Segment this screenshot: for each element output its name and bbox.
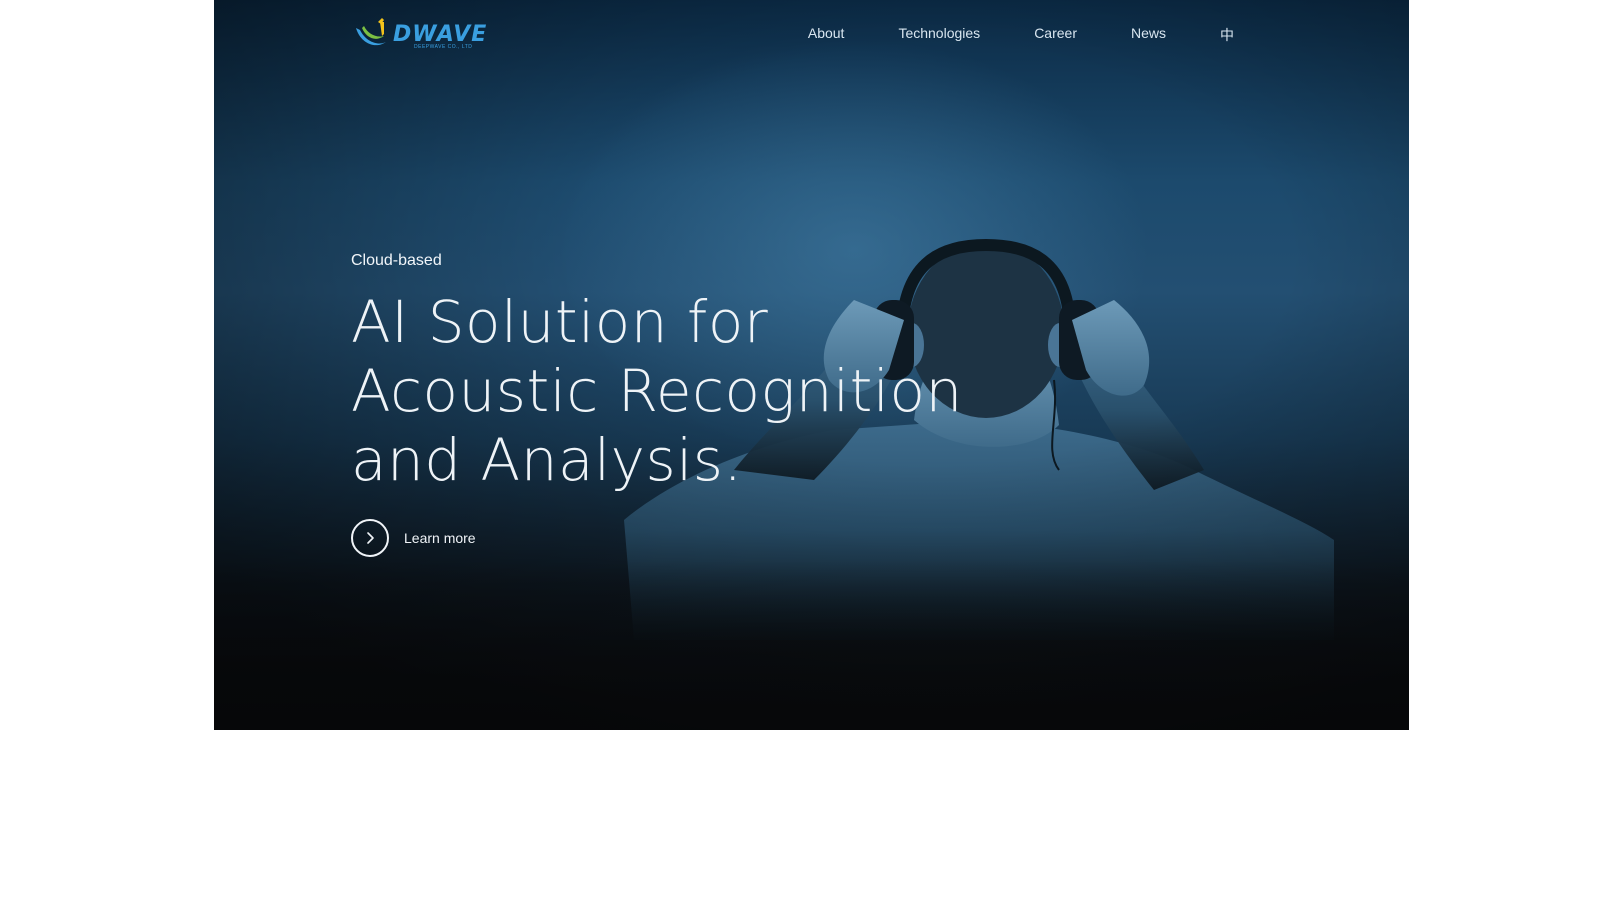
learn-more-label[interactable]: Learn more: [404, 530, 476, 546]
nav-item-about[interactable]: About: [808, 25, 845, 45]
hero-headline-line: AI Solution for: [351, 288, 769, 356]
hero-headline: AI Solution for Acoustic Recognition and…: [351, 288, 1051, 495]
nav-item-technologies[interactable]: Technologies: [898, 25, 980, 45]
hero-headline-line: Acoustic Recognition: [351, 357, 963, 425]
nav-item-career[interactable]: Career: [1034, 25, 1077, 45]
cta-circle[interactable]: [351, 519, 389, 557]
logo-mark-icon: [356, 18, 386, 46]
learn-more-button[interactable]: Learn more: [351, 519, 476, 557]
logo[interactable]: DWAVE DEEPWAVE CO., LTD: [352, 16, 486, 52]
language-toggle[interactable]: 中: [1220, 25, 1234, 45]
logo-subtext: DEEPWAVE CO., LTD: [414, 44, 473, 50]
main-nav: About Technologies Career News 中: [754, 25, 1234, 45]
hero-section: DWAVE DEEPWAVE CO., LTD About Technologi…: [214, 0, 1409, 730]
nav-item-news[interactable]: News: [1131, 25, 1166, 45]
chevron-right-icon: [367, 532, 374, 544]
hero-headline-line: and Analysis.: [351, 426, 743, 494]
hero-eyebrow: Cloud-based: [351, 252, 442, 269]
